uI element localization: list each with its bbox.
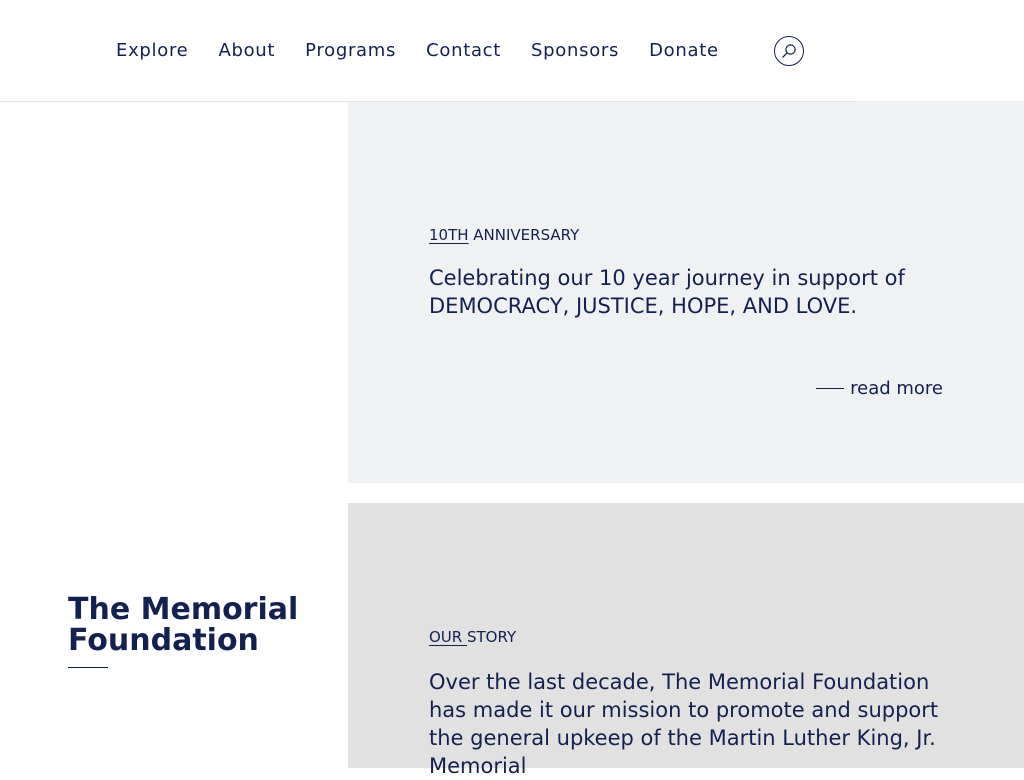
read-more-label: read more (850, 378, 943, 399)
anniversary-eyebrow-underlined: 10TH (429, 226, 469, 244)
anniversary-panel: 10TH ANNIVERSARY Celebrating our 10 year… (348, 101, 1024, 483)
site-header: Explore About Programs Contact Sponsors … (0, 0, 1024, 101)
main-nav: Explore About Programs Contact Sponsors … (116, 38, 719, 62)
story-text: Over the last decade, The Memorial Found… (429, 670, 939, 778)
nav-sponsors[interactable]: Sponsors (531, 40, 619, 61)
story-eyebrow-underlined: OUR (429, 628, 467, 646)
nav-contact[interactable]: Contact (426, 40, 501, 61)
nav-about[interactable]: About (218, 40, 275, 61)
anniversary-text: Celebrating our 10 year journey in suppo… (429, 266, 905, 318)
nav-donate[interactable]: Donate (649, 40, 719, 61)
foundation-title: The Memorial Foundation (68, 592, 299, 658)
title-underline (68, 667, 108, 668)
anniversary-eyebrow: 10TH ANNIVERSARY (429, 226, 579, 244)
story-eyebrow-rest: STORY (466, 628, 517, 646)
read-more-link[interactable]: read more (816, 378, 943, 399)
search-icon (782, 44, 796, 58)
header-divider (0, 101, 856, 102)
read-more-dash (816, 388, 845, 389)
our-story-panel: OUR STORY Over the last decade, The Memo… (348, 503, 1024, 778)
nav-programs[interactable]: Programs (305, 40, 396, 61)
anniversary-eyebrow-rest: ANNIVERSARY (468, 226, 580, 244)
nav-explore[interactable]: Explore (116, 40, 188, 61)
story-eyebrow: OUR STORY (429, 628, 516, 646)
search-button[interactable] (774, 36, 804, 66)
